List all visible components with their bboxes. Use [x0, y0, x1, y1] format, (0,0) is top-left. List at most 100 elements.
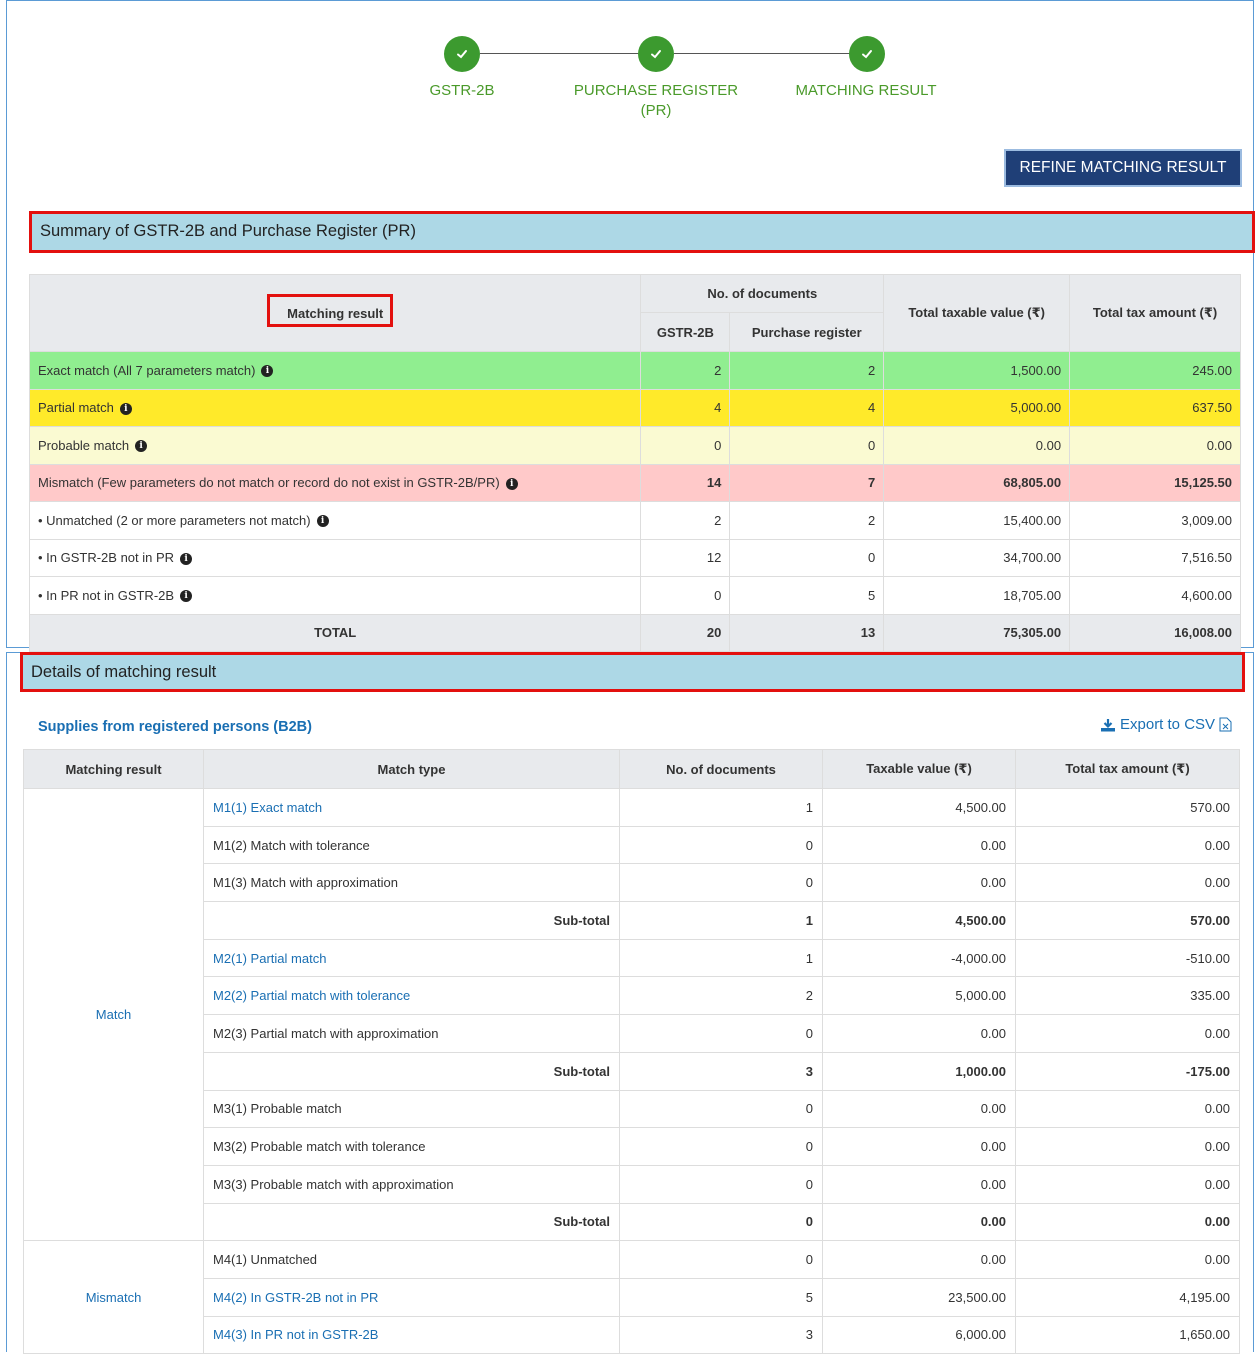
- summary-row-unmatched[interactable]: • Unmatched (2 or more parameters not ma…: [28, 501, 1241, 540]
- subtotal-row: Sub-total 1 4,500.00 570.00: [24, 901, 1240, 940]
- step-2-check-icon[interactable]: [638, 36, 674, 72]
- col-taxable: Total taxable value (₹): [883, 274, 1071, 352]
- csv-file-icon: [1219, 717, 1232, 732]
- table-row: M3(2) Probable match with tolerance 0 0.…: [24, 1127, 1240, 1166]
- summary-row-probable[interactable]: Probable match i 0 0 0.00 0.00: [28, 426, 1241, 465]
- cell: 0: [729, 426, 885, 465]
- table-row[interactable]: M4(2) In GSTR-2B not in PR 5 23,500.00 4…: [24, 1277, 1240, 1317]
- subtotal-row: Sub-total 0 0.00 0.00: [24, 1202, 1240, 1242]
- cell: 0: [619, 863, 823, 903]
- details-section-header: Details of matching result: [21, 654, 1244, 691]
- col-match-type: Match type: [203, 749, 620, 789]
- match-type-link[interactable]: M1(1) Exact match: [203, 788, 620, 827]
- group-match-link[interactable]: Match: [23, 787, 204, 1242]
- match-type: M3(2) Probable match with tolerance: [203, 1127, 620, 1166]
- info-icon[interactable]: i: [261, 365, 274, 378]
- col-taxable: Taxable value (₹): [822, 749, 1016, 789]
- export-csv-link[interactable]: Export to CSV: [1100, 716, 1232, 733]
- cell: 0.00: [1069, 426, 1241, 465]
- info-icon[interactable]: i: [316, 515, 329, 528]
- cell: 2: [640, 501, 731, 540]
- cell: 570.00: [1015, 788, 1240, 827]
- cell: 0.00: [883, 426, 1071, 465]
- cell: 0.00: [1015, 863, 1240, 903]
- group-mismatch-link[interactable]: Mismatch: [23, 1240, 204, 1354]
- info-icon[interactable]: i: [180, 590, 193, 603]
- info-icon[interactable]: i: [119, 402, 132, 415]
- cell: 0: [640, 576, 731, 615]
- match-type-link[interactable]: M2(1) Partial match: [203, 938, 620, 978]
- cell: 0.00: [822, 1164, 1016, 1204]
- cell: 4,500.00: [822, 788, 1016, 827]
- cell: 1,650.00: [1015, 1315, 1240, 1354]
- subtotal-label: Sub-total: [203, 1202, 620, 1242]
- cell: 2: [640, 351, 731, 390]
- match-type-link[interactable]: M2(2) Partial match with tolerance: [203, 976, 620, 1016]
- cell: 570.00: [1015, 901, 1240, 940]
- cell: 3,009.00: [1069, 501, 1241, 540]
- match-type: M3(3) Probable match with approximation: [203, 1164, 620, 1204]
- cell: 5: [729, 576, 885, 615]
- table-row: M1(3) Match with approximation 0 0.00 0.…: [24, 863, 1240, 903]
- details-table: Matching result Match type No. of docume…: [23, 749, 1240, 1354]
- summary-row-total: TOTAL 20 13 75,305.00 16,008.00: [28, 613, 1241, 652]
- cell: 4: [640, 388, 731, 427]
- cell: 0: [619, 1127, 823, 1166]
- cell: 1: [619, 901, 823, 940]
- col-tax: Total tax amount (₹): [1069, 274, 1241, 352]
- cell: 15,400.00: [883, 501, 1071, 540]
- match-type: M1(2) Match with tolerance: [203, 825, 620, 865]
- col-pr: Purchase register: [729, 312, 885, 352]
- cell: 6,000.00: [822, 1315, 1016, 1354]
- summary-row-partial[interactable]: Partial match i 4 4 5,000.00 637.50: [28, 388, 1241, 427]
- subtotal-label: Sub-total: [203, 1051, 620, 1091]
- cell: 0: [729, 538, 885, 577]
- cell: 68,805.00: [883, 463, 1071, 502]
- cell: 20: [640, 613, 731, 652]
- step-3-check-icon[interactable]: [849, 36, 885, 72]
- refine-matching-result-button[interactable]: REFINE MATCHING RESULT: [1004, 149, 1242, 187]
- cell: 13: [729, 613, 885, 652]
- info-icon[interactable]: i: [180, 552, 193, 565]
- table-row[interactable]: M2(1) Partial match 1 -4,000.00 -510.00: [24, 938, 1240, 978]
- cell: 2: [619, 976, 823, 1016]
- cell: 0: [619, 825, 823, 865]
- cell: 245.00: [1069, 351, 1241, 390]
- info-icon[interactable]: i: [505, 477, 518, 490]
- match-type-link[interactable]: M4(3) In PR not in GSTR-2B: [203, 1315, 620, 1354]
- table-row: M3(3) Probable match with approximation …: [24, 1164, 1240, 1204]
- match-type: M1(3) Match with approximation: [203, 863, 620, 903]
- step-connector: [480, 53, 640, 54]
- table-row[interactable]: M2(2) Partial match with tolerance 2 5,0…: [24, 976, 1240, 1016]
- step-2-label: PURCHASE REGISTER (PR): [573, 82, 739, 119]
- cell: 0.00: [822, 1014, 1016, 1053]
- summary-row-exact[interactable]: Exact match (All 7 parameters match) i 2 …: [28, 351, 1241, 390]
- match-type: M3(1) Probable match: [203, 1089, 620, 1129]
- cell: 0.00: [822, 863, 1016, 903]
- cell: 0.00: [1015, 1202, 1240, 1242]
- col-no-docs: No. of documents: [640, 274, 885, 313]
- cell: 637.50: [1069, 388, 1241, 427]
- cell: 18,705.00: [883, 576, 1071, 615]
- cell: 1: [619, 938, 823, 978]
- step-1-check-icon[interactable]: [444, 36, 480, 72]
- summary-row-in-pr-not-gstr2b[interactable]: • In PR not in GSTR-2B i 0 5 18,705.00 4,…: [28, 576, 1241, 615]
- cell: 0: [619, 1089, 823, 1129]
- col-no-docs: No. of documents: [619, 749, 823, 789]
- summary-table: Matching result No. of documents Total t…: [28, 274, 1241, 652]
- cell: 23,500.00: [822, 1277, 1016, 1317]
- cell: 3: [619, 1315, 823, 1354]
- match-type-link[interactable]: M4(2) In GSTR-2B not in PR: [203, 1277, 620, 1317]
- table-row[interactable]: M4(3) In PR not in GSTR-2B 3 6,000.00 1,…: [24, 1315, 1240, 1354]
- cell: 0.00: [822, 1240, 1016, 1279]
- cell: 5,000.00: [822, 976, 1016, 1016]
- summary-row-in-gstr2b-not-pr[interactable]: • In GSTR-2B not in PR i 12 0 34,700.00 7…: [28, 538, 1241, 577]
- col-matching-result: Matching result: [28, 274, 642, 352]
- table-row[interactable]: Match M1(1) Exact match 1 4,500.00 570.0…: [23, 787, 1240, 1242]
- info-icon[interactable]: i: [135, 440, 148, 453]
- row-label: • In GSTR-2B not in PR: [38, 550, 175, 566]
- cell: 4,600.00: [1069, 576, 1241, 615]
- summary-row-mismatch[interactable]: Mismatch (Few parameters do not match or…: [28, 463, 1241, 502]
- cell: -4,000.00: [822, 938, 1016, 978]
- cell: 0.00: [822, 825, 1016, 865]
